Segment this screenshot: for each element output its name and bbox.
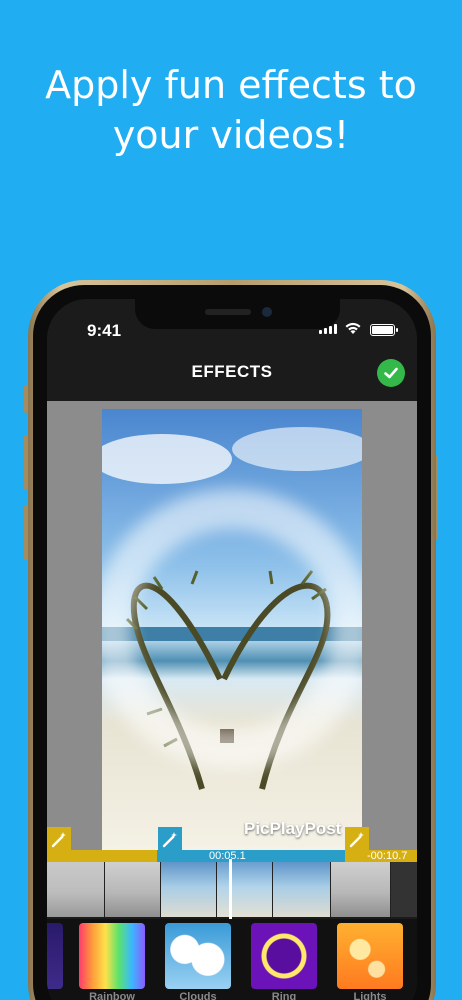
clouds-effect-icon[interactable] <box>165 923 231 989</box>
glow-ring-effect <box>102 489 362 769</box>
wifi-icon <box>345 322 361 334</box>
status-bar: 9:41 <box>47 299 417 347</box>
frame-thumbnail <box>217 862 273 917</box>
remaining-time: -00:10.7 <box>367 850 408 862</box>
effect-marker-end[interactable] <box>345 827 369 853</box>
cellular-signal-icon <box>319 324 337 334</box>
effect-label-lights: Lights <box>353 991 387 1000</box>
effect-label-clouds: Clouds <box>179 991 217 1000</box>
effect-marker-current[interactable] <box>158 827 182 853</box>
effects-picker: Rainbow Clouds Ring Lights <box>47 919 417 1000</box>
ring-effect-icon[interactable] <box>251 923 317 989</box>
frame-thumbnail <box>105 862 161 917</box>
timeline-active-segment[interactable] <box>157 850 345 862</box>
frame-thumbnail <box>47 862 105 917</box>
battery-icon <box>370 324 398 336</box>
playhead[interactable] <box>229 859 232 919</box>
effect-marker-start[interactable] <box>47 827 71 853</box>
watermark: PicPlayPost <box>244 819 342 838</box>
frame-thumbnail <box>273 862 331 917</box>
effect-label-rainbow: Rainbow <box>89 991 135 1000</box>
phone-screen: 9:41 EFFECTS PicPlayPost 00:05.1 -00:10.… <box>47 299 417 1000</box>
phone-frame: 9:41 EFFECTS PicPlayPost 00:05.1 -00:10.… <box>28 280 436 1000</box>
frame-thumbnail <box>331 862 391 917</box>
lights-effect-icon[interactable] <box>337 923 403 989</box>
headline-line-1: Apply fun effects to <box>45 63 417 107</box>
video-preview[interactable] <box>102 409 362 859</box>
magic-wand-icon <box>349 832 364 848</box>
done-button[interactable] <box>377 359 405 387</box>
front-camera-icon <box>262 307 272 317</box>
magic-wand-icon <box>51 832 66 848</box>
effect-label-ring: Ring <box>271 991 297 1000</box>
current-time: 00:05.1 <box>209 850 246 862</box>
checkmark-icon <box>384 367 398 379</box>
video-frames-strip[interactable] <box>47 862 417 917</box>
page-title: EFFECTS <box>191 362 273 381</box>
effect-partial-left[interactable] <box>47 923 63 989</box>
notch <box>135 299 340 329</box>
headline-line-2: your videos! <box>112 113 350 157</box>
headline: Apply fun effects to your videos! <box>0 60 462 160</box>
nav-bar: EFFECTS <box>47 349 417 401</box>
frame-thumbnail <box>161 862 217 917</box>
rainbow-effect-icon[interactable] <box>79 923 145 989</box>
magic-wand-icon <box>162 832 177 848</box>
status-time: 9:41 <box>87 321 122 340</box>
